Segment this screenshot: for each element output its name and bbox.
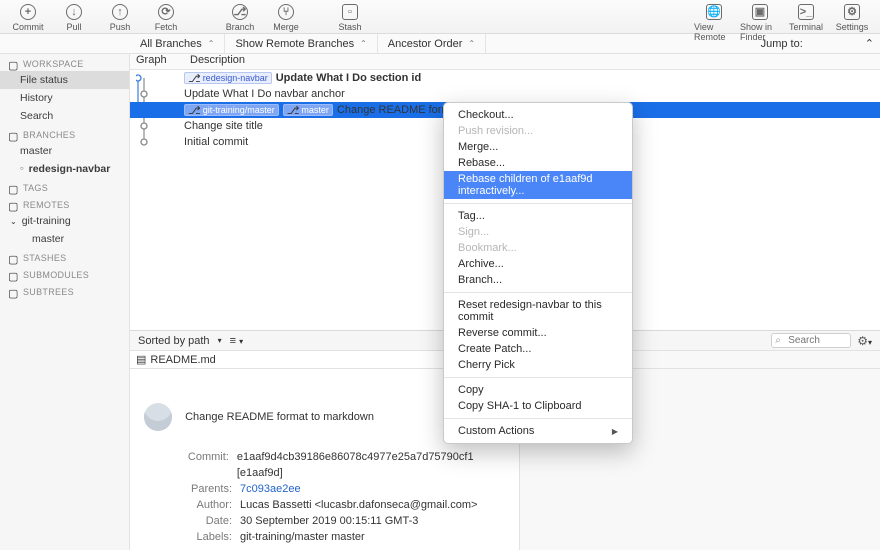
file-icon: ▤ xyxy=(136,353,146,366)
chevron-down-icon: ⌄ xyxy=(10,217,17,226)
commit-button[interactable]: +Commit xyxy=(8,4,48,32)
branch-button[interactable]: ⎇Branch xyxy=(220,4,260,32)
menu-item[interactable]: Merge... xyxy=(444,139,632,155)
settings-icon: ⚙ xyxy=(844,4,860,20)
section-tags[interactable]: ▢TAGS xyxy=(0,178,129,195)
commit-icon: + xyxy=(20,4,36,20)
section-workspace[interactable]: ▢WORKSPACE xyxy=(0,54,129,71)
commit-hash: e1aaf9d4cb39186e86078c4977e25a7d75790cf1… xyxy=(237,449,505,481)
commit-message: Update What I Do section id xyxy=(276,72,421,84)
terminal-icon: >_ xyxy=(798,4,814,20)
menu-item[interactable]: Branch... xyxy=(444,272,632,288)
menu-item[interactable]: Cherry Pick xyxy=(444,357,632,373)
branch-icon: ⎇ xyxy=(287,104,300,116)
sidebar: ▢WORKSPACEFile statusHistorySearch▢BRANC… xyxy=(0,54,130,550)
commit-row[interactable]: ⎇redesign-navbar Update What I Do section… xyxy=(130,70,880,86)
ref-tag[interactable]: ⎇redesign-navbar xyxy=(184,72,272,84)
sidebar-item-git-training[interactable]: ⌄ git-training xyxy=(0,212,129,230)
current-branch-icon: ○ xyxy=(20,166,24,172)
search-icon: ⌕ xyxy=(775,335,781,346)
section-icon: ▢ xyxy=(8,287,18,297)
menu-item[interactable]: Reverse commit... xyxy=(444,325,632,341)
menu-item[interactable]: Copy xyxy=(444,382,632,398)
list-mode-icon[interactable]: ≡ ▾ xyxy=(230,335,244,347)
sort-label[interactable]: Sorted by path xyxy=(138,335,210,347)
commit-author: Lucas Bassetti <lucasbr.dafonseca@gmail.… xyxy=(240,497,477,513)
section-branches[interactable]: ▢BRANCHES xyxy=(0,125,129,142)
sidebar-item-history[interactable]: History xyxy=(0,89,129,107)
order-filter[interactable]: Ancestor Order⌃ xyxy=(378,34,486,53)
remote-filter[interactable]: Show Remote Branches⌃ xyxy=(225,34,377,53)
fetch-button[interactable]: ⟳Fetch xyxy=(146,4,186,32)
ref-tag[interactable]: ⎇master xyxy=(283,104,333,116)
section-stashes[interactable]: ▢STASHES xyxy=(0,248,129,265)
parent-link[interactable]: 7c093ae2ee xyxy=(240,483,301,495)
jump-chevron-icon[interactable]: ⌃ xyxy=(865,37,874,50)
commit-list-header: Graph Description xyxy=(130,54,880,70)
sidebar-item-file-status[interactable]: File status xyxy=(0,71,129,89)
merge-icon: ⑂ xyxy=(278,4,294,20)
menu-item[interactable]: Create Patch... xyxy=(444,341,632,357)
commit-labels: git-training/master master xyxy=(240,529,365,545)
push-icon: ↑ xyxy=(112,4,128,20)
section-icon: ▢ xyxy=(8,270,18,280)
jump-label: Jump to: xyxy=(761,38,803,50)
sidebar-item-search[interactable]: Search xyxy=(0,107,129,125)
section-remotes[interactable]: ▢REMOTES xyxy=(0,195,129,212)
gear-icon[interactable]: ⚙▾ xyxy=(857,334,872,348)
section-submodules[interactable]: ▢SUBMODULES xyxy=(0,265,129,282)
section-icon: ▢ xyxy=(8,200,18,210)
menu-item[interactable]: Checkout... xyxy=(444,107,632,123)
branch-icon: ⎇ xyxy=(232,4,248,20)
menu-item[interactable]: Copy SHA-1 to Clipboard xyxy=(444,398,632,414)
sidebar-item-redesign-navbar[interactable]: ○ redesign-navbar xyxy=(0,160,129,178)
context-menu: Checkout...Push revision...Merge...Rebas… xyxy=(443,102,633,444)
view-remote-button[interactable]: 🌐View Remote xyxy=(694,4,734,42)
commit-date: 30 September 2019 00:15:11 GMT-3 xyxy=(240,513,418,529)
menu-item[interactable]: Reset redesign-navbar to this commit xyxy=(444,297,632,325)
commit-message: Initial commit xyxy=(184,136,248,148)
menu-item: Push revision... xyxy=(444,123,632,139)
push-button[interactable]: ↑Push xyxy=(100,4,140,32)
merge-button[interactable]: ⑂Merge xyxy=(266,4,306,32)
branch-icon: ⎇ xyxy=(188,104,201,116)
menu-item: Sign... xyxy=(444,224,632,240)
sidebar-item-master[interactable]: master xyxy=(0,142,129,160)
section-icon: ▢ xyxy=(8,253,18,263)
search-input[interactable] xyxy=(771,333,851,348)
show in finder-icon: ▣ xyxy=(752,4,768,20)
view remote-icon: 🌐 xyxy=(706,4,722,20)
commit-subject: Change README format to markdown xyxy=(185,411,374,423)
commit-row[interactable]: Update What I Do navbar anchor xyxy=(130,86,880,102)
sidebar-item-master[interactable]: master xyxy=(0,230,129,248)
menu-item[interactable]: Rebase children of e1aaf9d interactively… xyxy=(444,171,632,199)
branch-icon: ⎇ xyxy=(188,72,201,84)
menu-item[interactable]: Tag... xyxy=(444,208,632,224)
section-icon: ▢ xyxy=(8,59,18,69)
header-description: Description xyxy=(184,54,880,69)
branches-filter[interactable]: All Branches⌃ xyxy=(130,34,225,53)
avatar xyxy=(144,403,172,431)
section-subtrees[interactable]: ▢SUBTREES xyxy=(0,282,129,299)
menu-item[interactable]: Rebase... xyxy=(444,155,632,171)
menu-item: Bookmark... xyxy=(444,240,632,256)
stash-icon: ▫ xyxy=(342,4,358,20)
menu-item[interactable]: Archive... xyxy=(444,256,632,272)
menu-item[interactable]: Custom Actions xyxy=(444,423,632,439)
section-icon: ▢ xyxy=(8,183,18,193)
stash-button[interactable]: ▫Stash xyxy=(330,4,370,32)
fetch-icon: ⟳ xyxy=(158,4,174,20)
commit-message: Update What I Do navbar anchor xyxy=(184,88,345,100)
ref-tag[interactable]: ⎇git-training/master xyxy=(184,104,279,116)
toolbar: +Commit↓Pull↑Push⟳Fetch ⎇Branch⑂Merge ▫S… xyxy=(0,0,880,34)
header-graph: Graph xyxy=(130,54,184,69)
commit-message: Change site title xyxy=(184,120,263,132)
section-icon: ▢ xyxy=(8,130,18,140)
jump-input[interactable] xyxy=(809,38,859,49)
pull-button[interactable]: ↓Pull xyxy=(54,4,94,32)
pull-icon: ↓ xyxy=(66,4,82,20)
